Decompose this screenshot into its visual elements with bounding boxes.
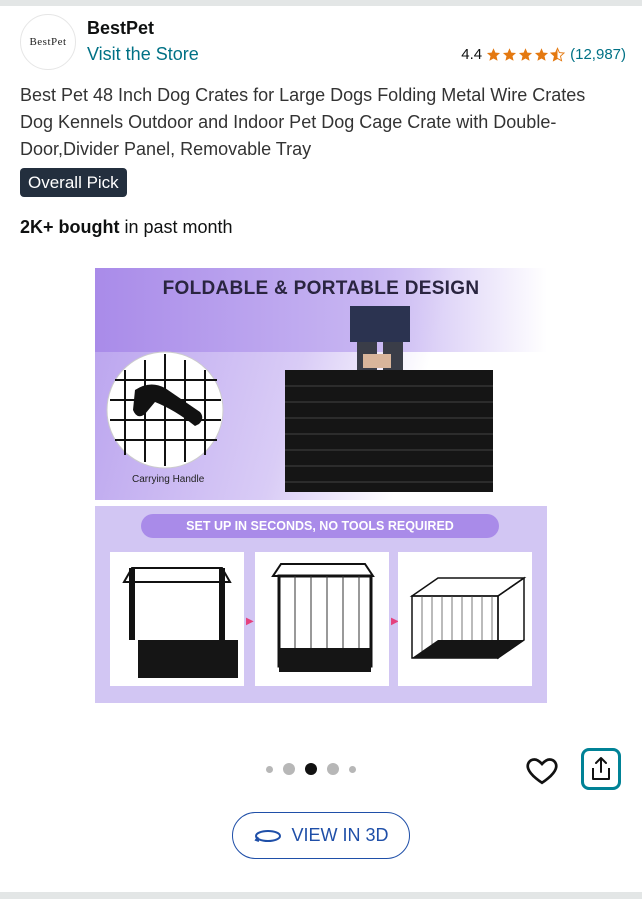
image-bottom-section: SET UP IN SECONDS, NO TOOLS REQUIRED ▶ ▶ bbox=[95, 506, 547, 703]
carousel-dot-active[interactable] bbox=[305, 763, 317, 775]
crate-step-3-illustration bbox=[409, 576, 527, 660]
bottom-divider bbox=[0, 892, 642, 899]
product-title: Best Pet 48 Inch Dog Crates for Large Do… bbox=[20, 85, 586, 159]
star-icon bbox=[487, 48, 501, 61]
top-divider bbox=[0, 0, 642, 6]
image-heading: FOLDABLE & PORTABLE DESIGN bbox=[162, 278, 480, 299]
product-image[interactable]: FOLDABLE & PORTABLE DESIGN Carrying Hand… bbox=[95, 268, 547, 703]
star-rating bbox=[486, 47, 566, 62]
bought-count: 2K+ bought bbox=[20, 217, 120, 237]
carousel-dots[interactable] bbox=[266, 763, 366, 775]
add-to-list-button[interactable] bbox=[524, 752, 560, 788]
folded-crate-illustration bbox=[285, 306, 493, 492]
view-in-3d-button[interactable]: VIEW IN 3D bbox=[232, 812, 410, 859]
crate-step-2-illustration bbox=[271, 563, 375, 672]
share-icon bbox=[592, 757, 610, 780]
star-icon bbox=[535, 48, 549, 61]
image-top-section: FOLDABLE & PORTABLE DESIGN Carrying Hand… bbox=[95, 268, 547, 500]
carousel-dot[interactable] bbox=[327, 763, 339, 775]
brand-header: BestPet BestPet Visit the Store 4.4 (12,… bbox=[20, 14, 626, 70]
handle-caption: Carrying Handle bbox=[132, 474, 205, 485]
rotate-3d-icon bbox=[254, 829, 282, 842]
view-in-3d-label: VIEW IN 3D bbox=[291, 825, 389, 845]
rating-count-link[interactable]: (12,987) bbox=[570, 46, 626, 63]
share-button[interactable] bbox=[581, 748, 621, 790]
store-name: BestPet bbox=[87, 18, 155, 38]
bought-suffix: in past month bbox=[119, 217, 233, 237]
setup-step-3 bbox=[398, 552, 532, 686]
rating-summary[interactable]: 4.4 (12,987) bbox=[461, 46, 626, 63]
star-icon bbox=[519, 48, 533, 61]
arrow-icon: ▶ bbox=[246, 616, 254, 627]
carousel-dot[interactable] bbox=[266, 765, 273, 773]
setup-step-1 bbox=[110, 552, 244, 686]
carousel-dot[interactable] bbox=[283, 763, 295, 775]
carousel-dot[interactable] bbox=[349, 765, 356, 773]
heart-icon bbox=[526, 758, 558, 785]
bought-in-past-month: 2K+ bought in past month bbox=[20, 217, 233, 238]
overall-pick-badge: Overall Pick bbox=[20, 168, 127, 197]
star-icon bbox=[503, 48, 517, 61]
half-star-icon bbox=[550, 47, 566, 62]
store-logo[interactable]: BestPet bbox=[20, 14, 76, 70]
setup-step-2 bbox=[255, 552, 389, 686]
rating-value: 4.4 bbox=[461, 46, 483, 63]
setup-pill: SET UP IN SECONDS, NO TOOLS REQUIRED bbox=[141, 514, 499, 538]
visit-store-link[interactable]: Visit the Store bbox=[87, 44, 199, 65]
crate-step-1-illustration bbox=[122, 567, 238, 678]
carrying-handle-closeup bbox=[106, 351, 224, 469]
